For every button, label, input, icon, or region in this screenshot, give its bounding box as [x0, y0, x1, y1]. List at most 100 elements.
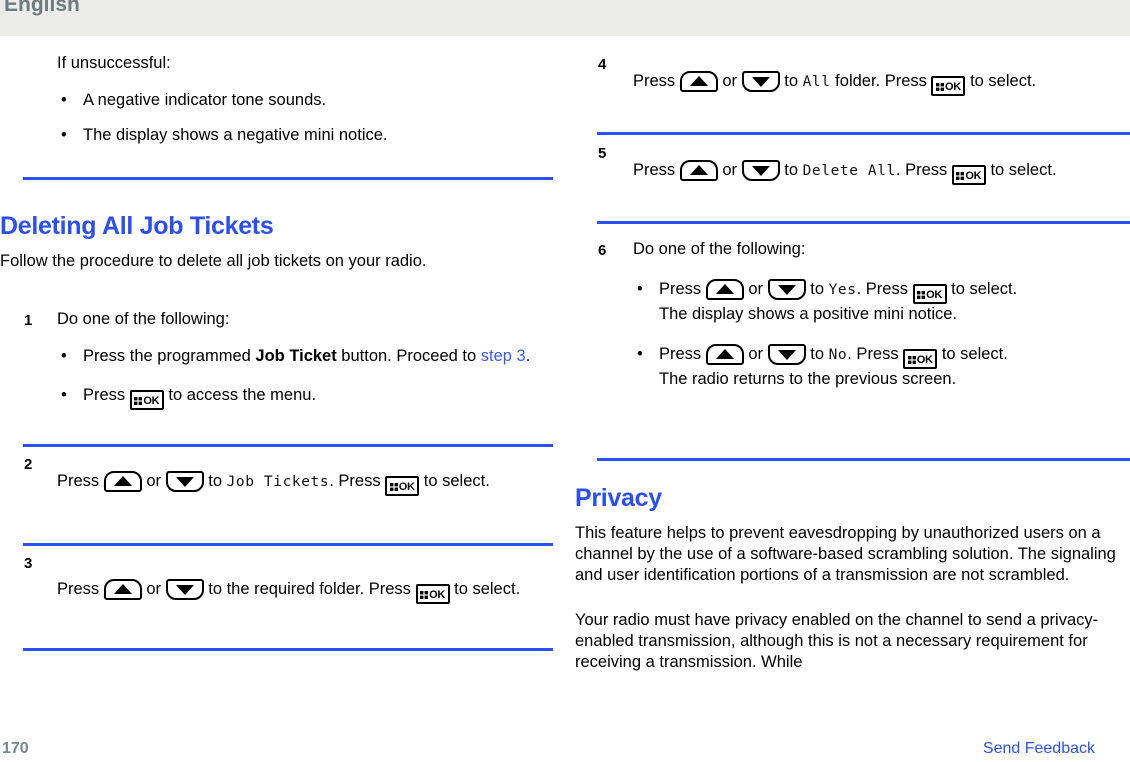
menu-item-delete-all: Delete All — [802, 163, 896, 179]
privacy-paragraph-2: Your radio must have privacy enabled on … — [575, 611, 1099, 671]
up-arrow-key-icon[interactable] — [103, 579, 142, 600]
step-6: 6 Do one of the following: • Press or to… — [565, 239, 1130, 390]
step-3: 3 Press or to the required folder. Press… — [0, 553, 560, 608]
up-arrow-key-icon[interactable] — [103, 471, 142, 492]
menu-grid-glyph — [389, 478, 398, 491]
menu-grid-glyph — [936, 78, 945, 91]
step-number: 4 — [598, 56, 607, 73]
or-word: or — [722, 161, 738, 179]
step-divider — [23, 648, 553, 651]
up-arrow-key-icon[interactable] — [705, 279, 744, 300]
to-word: to — [810, 280, 824, 298]
ok-key-label: OK — [965, 170, 982, 182]
step1-bullet2: Press OK to access the menu. — [83, 386, 317, 410]
header-language-label: English — [4, 0, 80, 16]
list-item: • Press or to No. Press OK to select. The… — [633, 344, 1122, 390]
ok-key-icon[interactable]: OK — [903, 349, 938, 369]
step6-bullet-yes: Press or to Yes. Press OK to select. The … — [659, 279, 1018, 323]
right-column: 4 Press or to All folder. Press OK to se… — [565, 36, 1130, 726]
press-word: Press — [57, 472, 100, 490]
menu-grid-glyph — [907, 351, 916, 364]
text-after-bold: button. Proceed to — [336, 347, 481, 365]
list-item: • Press the programmed Job Ticket button… — [57, 346, 560, 367]
press-again-text: . Press — [329, 472, 381, 490]
ok-key-icon[interactable]: OK — [951, 165, 986, 185]
page-header-band: English — [0, 0, 1130, 36]
ok-key-icon[interactable]: OK — [931, 76, 966, 96]
step-number: 5 — [598, 145, 607, 162]
bullet-dot-icon: • — [637, 280, 643, 298]
send-feedback-link[interactable]: Send Feedback — [983, 740, 1095, 758]
ok-key-icon[interactable]: OK — [129, 390, 164, 410]
step-divider — [597, 132, 1130, 135]
press-word: Press — [633, 161, 676, 179]
step-number: 2 — [24, 456, 33, 473]
section-intro-paragraph: Follow the procedure to delete all job t… — [0, 252, 427, 270]
up-arrow-key-icon[interactable] — [705, 344, 744, 365]
down-arrow-key-icon[interactable] — [165, 471, 204, 492]
or-word: or — [748, 280, 764, 298]
step-divider — [597, 221, 1130, 224]
step-number: 6 — [598, 242, 607, 259]
ok-key-label: OK — [945, 81, 961, 93]
step-number: 3 — [24, 555, 33, 572]
menu-item-job-tickets: Job Tickets — [226, 474, 330, 490]
step-number: 1 — [24, 312, 33, 329]
privacy-section-title: Privacy — [575, 484, 662, 512]
to-text: to the required folder. Press — [208, 580, 411, 598]
job-ticket-button-name: Job Ticket — [255, 347, 337, 365]
tail-text: to select. — [970, 72, 1037, 90]
step-lead-text: Do one of the following: — [633, 240, 806, 258]
menu-item-no: No — [828, 347, 848, 363]
bullet-text: The display shows a negative mini notice… — [83, 126, 388, 144]
step2-text: Press or to Job Tickets. Press OK to sel… — [57, 454, 560, 496]
list-item: • The display shows a negative mini noti… — [57, 125, 553, 146]
result-note: The display shows a positive mini notice… — [659, 305, 958, 323]
after-target-text: . Press — [847, 345, 899, 363]
section-divider — [597, 458, 1130, 461]
bullet-text: A negative indicator tone sounds. — [83, 91, 327, 109]
down-arrow-key-icon[interactable] — [767, 344, 806, 365]
up-arrow-key-icon[interactable] — [679, 71, 718, 92]
menu-item-yes: Yes — [828, 282, 857, 298]
or-word: or — [748, 345, 764, 363]
after-target-text: . Press — [895, 161, 948, 179]
step-5: 5 Press or to Delete All. Press OK to se… — [565, 143, 1130, 185]
step-divider — [23, 444, 553, 447]
menu-grid-glyph — [917, 286, 926, 299]
down-arrow-key-icon[interactable] — [741, 160, 780, 181]
tail-text: to select. — [454, 580, 521, 598]
tail-text: to select. — [951, 280, 1018, 298]
menu-item-all: All — [802, 74, 831, 90]
after-target-text: . Press — [856, 280, 908, 298]
ok-key-label: OK — [429, 589, 445, 601]
tail-text: to select. — [941, 345, 1008, 363]
press-word: Press — [659, 345, 702, 363]
up-arrow-key-icon[interactable] — [679, 160, 718, 181]
tail-text: to select. — [423, 472, 490, 490]
to-word: to — [208, 472, 222, 490]
after-ok-text: to access the menu. — [163, 386, 317, 404]
step-lead-text: Do one of the following: — [57, 310, 230, 328]
down-arrow-key-icon[interactable] — [741, 71, 780, 92]
left-column: If unsuccessful: • A negative indicator … — [0, 36, 565, 726]
step3-text: Press or to the required folder. Press O… — [57, 553, 560, 608]
down-arrow-key-icon[interactable] — [767, 279, 806, 300]
press-word: Press — [659, 280, 702, 298]
ok-key-icon[interactable]: OK — [912, 284, 947, 304]
page-title: Deleting All Job Tickets — [0, 212, 274, 240]
or-word: or — [146, 580, 162, 598]
menu-grid-glyph — [134, 392, 143, 405]
after-target-text: folder. Press — [830, 72, 927, 90]
to-word: to — [810, 345, 824, 363]
privacy-paragraph-1: This feature helps to prevent eavesdropp… — [575, 524, 1116, 584]
to-word: to — [784, 72, 798, 90]
menu-grid-glyph — [956, 167, 965, 180]
step3-cross-reference-link[interactable]: step 3 — [481, 347, 526, 365]
ok-key-icon[interactable]: OK — [415, 584, 450, 604]
unsuccessful-lead: If unsuccessful: — [57, 54, 171, 72]
page-content: If unsuccessful: • A negative indicator … — [0, 36, 1130, 726]
down-arrow-key-icon[interactable] — [165, 579, 204, 600]
ok-key-icon[interactable]: OK — [385, 476, 420, 496]
step1-bullet1: Press the programmed Job Ticket button. … — [83, 347, 530, 365]
